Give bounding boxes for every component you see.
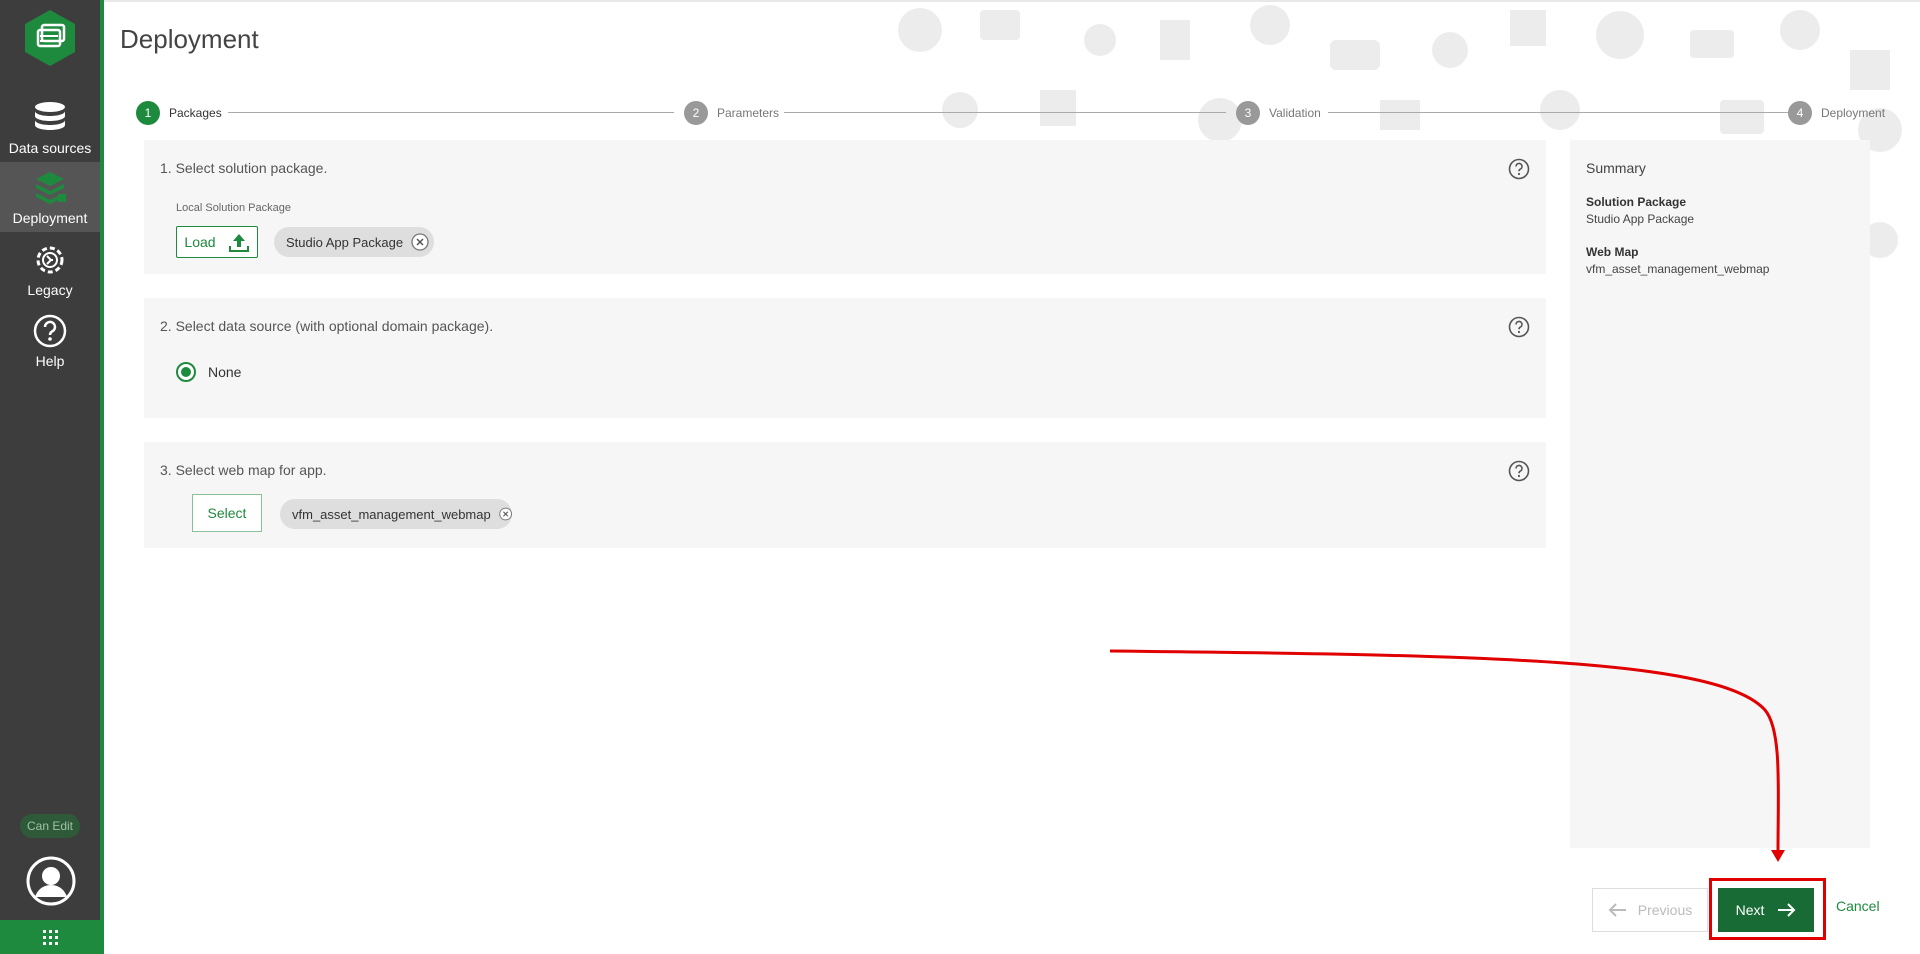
panel-title: 1. Select solution package. <box>160 160 328 176</box>
radio-button[interactable] <box>176 362 196 382</box>
step-packages[interactable]: 1 Packages <box>136 100 222 126</box>
sidebar-item-label: Legacy <box>27 282 73 298</box>
step-number: 3 <box>1236 101 1260 125</box>
help-icon[interactable] <box>1508 460 1530 482</box>
select-web-map-button[interactable]: Select <box>192 494 262 532</box>
step-number: 1 <box>136 101 160 125</box>
solution-package-chip: Studio App Package <box>274 227 434 257</box>
data-source-panel: 2. Select data source (with optional dom… <box>144 298 1546 418</box>
arrow-left-icon <box>1608 903 1626 917</box>
web-map-chip: vfm_asset_management_webmap <box>280 499 512 529</box>
summary-title: Summary <box>1586 160 1646 176</box>
chip-label: vfm_asset_management_webmap <box>292 506 491 522</box>
summary-webmap-key: Web Map <box>1586 245 1639 259</box>
sidebar: Data sources Deployment Legacy Help Can … <box>0 0 104 954</box>
web-map-panel: 3. Select web map for app. Select vfm_as… <box>144 442 1546 548</box>
select-button-label: Select <box>207 505 247 521</box>
help-icon[interactable] <box>1508 158 1530 180</box>
step-connector <box>228 112 674 113</box>
help-icon <box>33 314 67 348</box>
panel-title: 3. Select web map for app. <box>160 462 327 478</box>
summary-solution-value: Studio App Package <box>1586 212 1695 226</box>
step-number: 2 <box>684 101 708 125</box>
user-avatar-icon[interactable] <box>26 856 76 906</box>
legacy-gear-icon <box>36 246 64 274</box>
wizard-stepper: 1 Packages 2 Parameters 3 Validation 4 D… <box>136 100 1892 126</box>
load-button[interactable]: Load <box>176 226 258 258</box>
summary-webmap-value: vfm_asset_management_webmap <box>1586 262 1770 276</box>
step-label: Packages <box>169 106 222 120</box>
cancel-link[interactable]: Cancel <box>1836 898 1880 914</box>
grid-icon <box>43 930 58 945</box>
step-label: Validation <box>1269 106 1321 120</box>
sidebar-item-legacy[interactable]: Legacy <box>0 234 100 304</box>
can-edit-badge: Can Edit <box>20 814 80 838</box>
data-source-none-radio[interactable]: None <box>176 362 241 382</box>
load-button-label: Load <box>184 234 216 250</box>
page-title: Deployment <box>120 24 259 54</box>
remove-icon[interactable] <box>498 505 512 523</box>
database-icon <box>35 102 65 130</box>
sidebar-item-label: Data sources <box>8 140 92 156</box>
chip-label: Studio App Package <box>286 234 404 250</box>
step-connector <box>784 112 1226 113</box>
sidebar-item-deployment[interactable]: Deployment <box>0 162 100 232</box>
step-label: Deployment <box>1821 106 1886 120</box>
app-logo-icon[interactable] <box>22 8 78 68</box>
local-solution-package-label: Local Solution Package <box>176 202 291 214</box>
panel-title: 2. Select data source (with optional dom… <box>160 318 494 334</box>
sidebar-item-label: Help <box>35 353 65 369</box>
summary-panel: Summary Solution Package Studio App Pack… <box>1570 140 1870 848</box>
previous-button[interactable]: Previous <box>1592 888 1708 932</box>
sidebar-item-help[interactable]: Help <box>0 305 100 375</box>
step-deployment[interactable]: 4 Deployment <box>1788 100 1885 126</box>
upload-icon <box>228 234 249 252</box>
app-launcher-button[interactable] <box>0 920 100 954</box>
sidebar-item-label: Deployment <box>12 210 88 226</box>
remove-icon[interactable] <box>411 233 429 251</box>
radio-label: None <box>208 364 242 380</box>
step-validation[interactable]: 3 Validation <box>1236 100 1321 126</box>
solution-package-panel: 1. Select solution package. Local Soluti… <box>144 140 1546 274</box>
step-parameters[interactable]: 2 Parameters <box>684 100 779 126</box>
step-connector <box>1328 112 1808 113</box>
help-icon[interactable] <box>1508 316 1530 338</box>
summary-solution-key: Solution Package <box>1586 195 1687 209</box>
deployment-layers-icon <box>36 172 66 204</box>
step-label: Parameters <box>717 106 780 120</box>
step-number: 4 <box>1788 101 1812 125</box>
sidebar-item-data-sources[interactable]: Data sources <box>0 92 100 162</box>
annotation-highlight-box <box>1709 878 1826 940</box>
previous-label: Previous <box>1637 902 1693 918</box>
